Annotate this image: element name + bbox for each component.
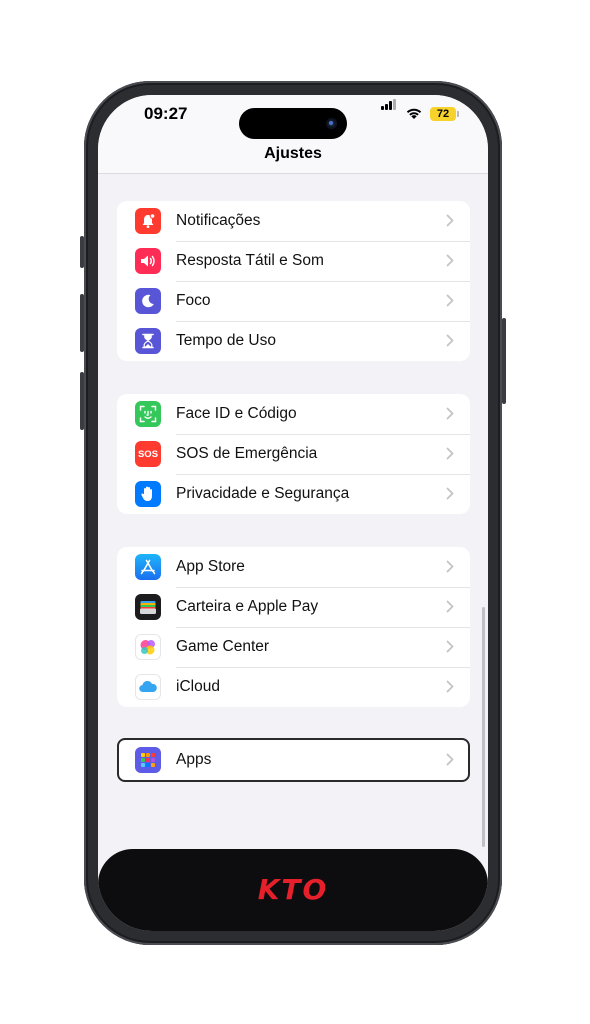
scroll-indicator	[482, 607, 485, 847]
icloud-icon	[135, 674, 161, 700]
chevron-right-icon	[446, 254, 454, 267]
sos-icon-text: SOS	[137, 448, 159, 460]
settings-group-4: Apps	[117, 738, 470, 782]
settings-item-apps[interactable]: Apps	[119, 740, 468, 780]
settings-item-privacidade-e-seguranca[interactable]: Privacidade e Segurança	[117, 474, 470, 514]
brand-banner: KTO	[98, 849, 488, 931]
settings-item-resposta-tatil-e-som[interactable]: Resposta Tátil e Som	[117, 241, 470, 281]
item-label: SOS de Emergência	[176, 445, 318, 462]
status-time: 09:27	[144, 104, 188, 123]
item-label: App Store	[176, 558, 245, 575]
settings-item-carteira-e-apple-pay[interactable]: Carteira e Apple Pay	[117, 587, 470, 627]
item-label: Face ID e Código	[176, 405, 297, 422]
settings-item-app-store[interactable]: App Store	[117, 547, 470, 587]
chevron-right-icon	[446, 487, 454, 500]
kto-logo: KTO	[257, 873, 329, 906]
settings-item-sos-de-emergencia[interactable]: SOS SOS de Emergência	[117, 434, 470, 474]
wifi-icon	[406, 108, 422, 119]
chevron-right-icon	[446, 447, 454, 460]
settings-group-1: Notificações Resposta Tátil e Som Foco T…	[117, 201, 470, 361]
volume-up-button	[80, 294, 84, 352]
battery-indicator: 72	[430, 107, 459, 121]
page-title: Ajustes	[264, 145, 322, 162]
settings-item-tempo-de-uso[interactable]: Tempo de Uso	[117, 321, 470, 361]
speaker-icon	[135, 248, 161, 274]
bell-badge-icon	[135, 208, 161, 234]
item-label: Carteira e Apple Pay	[176, 598, 319, 615]
item-label: Resposta Tátil e Som	[176, 252, 324, 269]
chevron-right-icon	[446, 640, 454, 653]
wallet-icon	[135, 594, 161, 620]
chevron-right-icon	[446, 334, 454, 347]
chevron-right-icon	[446, 680, 454, 693]
chevron-right-icon	[446, 294, 454, 307]
action-button	[80, 236, 84, 268]
volume-down-button	[80, 372, 84, 430]
sos-icon: SOS	[135, 441, 161, 467]
chevron-right-icon	[446, 560, 454, 573]
game-center-icon	[135, 634, 161, 660]
chevron-right-icon	[446, 753, 454, 766]
item-label: Privacidade e Segurança	[176, 485, 350, 502]
settings-item-game-center[interactable]: Game Center	[117, 627, 470, 667]
face-id-icon	[135, 401, 161, 427]
settings-item-icloud[interactable]: iCloud	[117, 667, 470, 707]
app-store-icon	[135, 554, 161, 580]
item-label: Apps	[176, 751, 212, 768]
settings-item-face-id-e-codigo[interactable]: Face ID e Código	[117, 394, 470, 434]
item-label: Tempo de Uso	[176, 332, 276, 349]
apps-grid-icon	[135, 747, 161, 773]
chevron-right-icon	[446, 214, 454, 227]
item-label: Notificações	[176, 212, 261, 229]
chevron-right-icon	[446, 407, 454, 420]
item-label: Game Center	[176, 638, 270, 655]
settings-item-notificacoes[interactable]: Notificações	[117, 201, 470, 241]
settings-group-2: Face ID e Código SOS SOS de Emergência P…	[117, 394, 470, 514]
screen: 09:27 72 Ajustes Notificações Resposta T…	[98, 95, 488, 931]
hourglass-icon	[135, 328, 161, 354]
moon-icon	[135, 288, 161, 314]
chevron-right-icon	[446, 600, 454, 613]
item-label: Foco	[176, 292, 211, 309]
hand-icon	[135, 481, 161, 507]
item-label: iCloud	[176, 678, 220, 695]
camera-icon	[326, 118, 337, 129]
settings-group-3: App Store Carteira e Apple Pay Game Cent…	[117, 547, 470, 707]
power-button	[502, 318, 506, 404]
settings-item-foco[interactable]: Foco	[117, 281, 470, 321]
dynamic-island	[239, 108, 347, 139]
navigation-header: 09:27 72 Ajustes	[98, 95, 488, 174]
